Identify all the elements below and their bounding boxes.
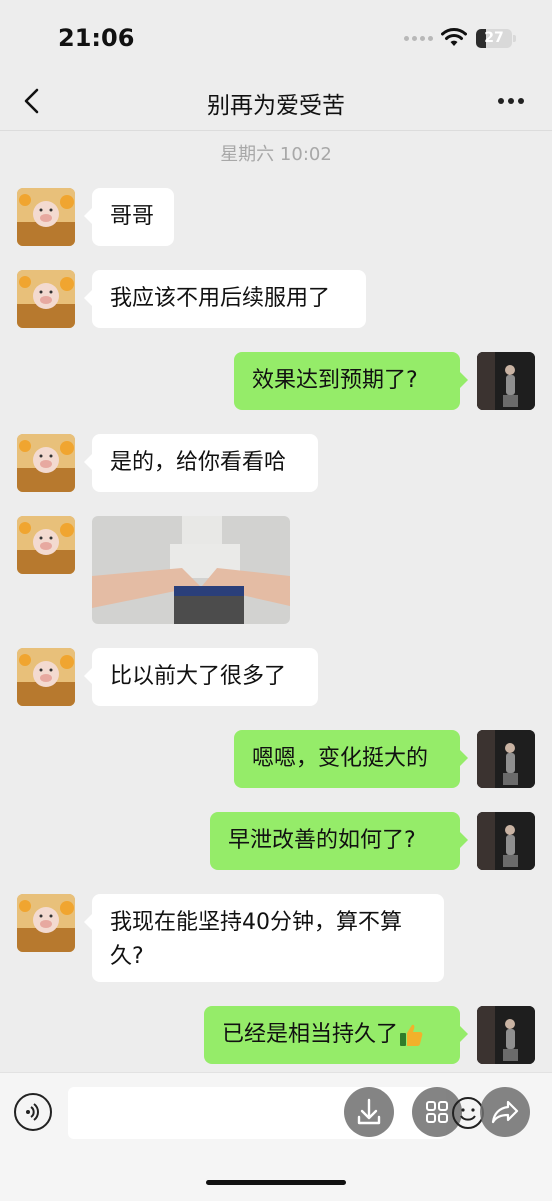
message-bubble-incoming[interactable]: 我应该不用后续服用了 — [84, 270, 366, 328]
message-bubble-outgoing[interactable]: 早泄改善的如何了? — [210, 812, 468, 870]
message-text: 是的，给你看看哈 — [110, 450, 287, 475]
share-button[interactable] — [480, 1087, 530, 1137]
message-text: 我应该不用后续服用了 — [110, 286, 331, 311]
message-bubble-incoming[interactable]: 我现在能坚持40分钟，算不算久? — [84, 894, 444, 982]
message-bubble-incoming[interactable]: 是的，给你看看哈 — [84, 434, 318, 492]
message-text: 效果达到预期了? — [252, 368, 418, 393]
message-text: 哥哥 — [110, 204, 155, 229]
battery-cap — [513, 35, 516, 42]
user-avatar[interactable] — [477, 730, 535, 788]
voice-icon[interactable] — [14, 1093, 52, 1131]
more-dots-icon[interactable] — [498, 98, 524, 104]
input-bar — [0, 1072, 552, 1201]
thumbs-up-icon — [400, 1024, 423, 1046]
message-text: 已经是相当持久了 — [222, 1022, 399, 1047]
message-bubble-incoming[interactable]: 哥哥 — [84, 188, 174, 246]
message-timestamp: 星期六 10:02 — [220, 144, 332, 165]
message-text: 比以前大了很多了 — [110, 664, 287, 689]
user-avatar[interactable] — [477, 1006, 535, 1064]
status-bar: 21:06 27 — [0, 0, 552, 74]
contact-avatar[interactable] — [17, 648, 75, 706]
battery-level: 27 — [484, 30, 504, 46]
user-avatar[interactable] — [477, 352, 535, 410]
message-text: 我现在能坚持40分钟，算不算久? — [110, 910, 402, 969]
download-button[interactable] — [344, 1087, 394, 1137]
battery-icon: 27 — [476, 29, 512, 48]
contact-avatar[interactable] — [17, 516, 75, 574]
message-bubble-outgoing[interactable]: 嗯嗯，变化挺大的 — [234, 730, 468, 788]
cellular-signal-icon — [404, 36, 433, 41]
user-avatar[interactable] — [477, 812, 535, 870]
message-bubble-outgoing[interactable]: 效果达到预期了? — [234, 352, 468, 410]
chat-title: 别再为爱受苦 — [207, 93, 345, 119]
message-bubble-incoming[interactable]: 比以前大了很多了 — [84, 648, 318, 706]
contact-avatar[interactable] — [17, 434, 75, 492]
message-text: 早泄改善的如何了? — [228, 828, 416, 853]
contact-avatar[interactable] — [17, 188, 75, 246]
contact-avatar[interactable] — [17, 894, 75, 952]
message-text: 嗯嗯，变化挺大的 — [252, 746, 429, 771]
contact-avatar[interactable] — [17, 270, 75, 328]
message-bubble-outgoing[interactable]: 已经是相当持久了 — [204, 1006, 468, 1064]
wifi-icon — [441, 28, 467, 46]
status-time: 21:06 — [58, 24, 135, 52]
image-message[interactable] — [92, 516, 290, 624]
home-indicator — [206, 1180, 346, 1185]
chat-header: 别再为爱受苦 — [0, 74, 552, 131]
